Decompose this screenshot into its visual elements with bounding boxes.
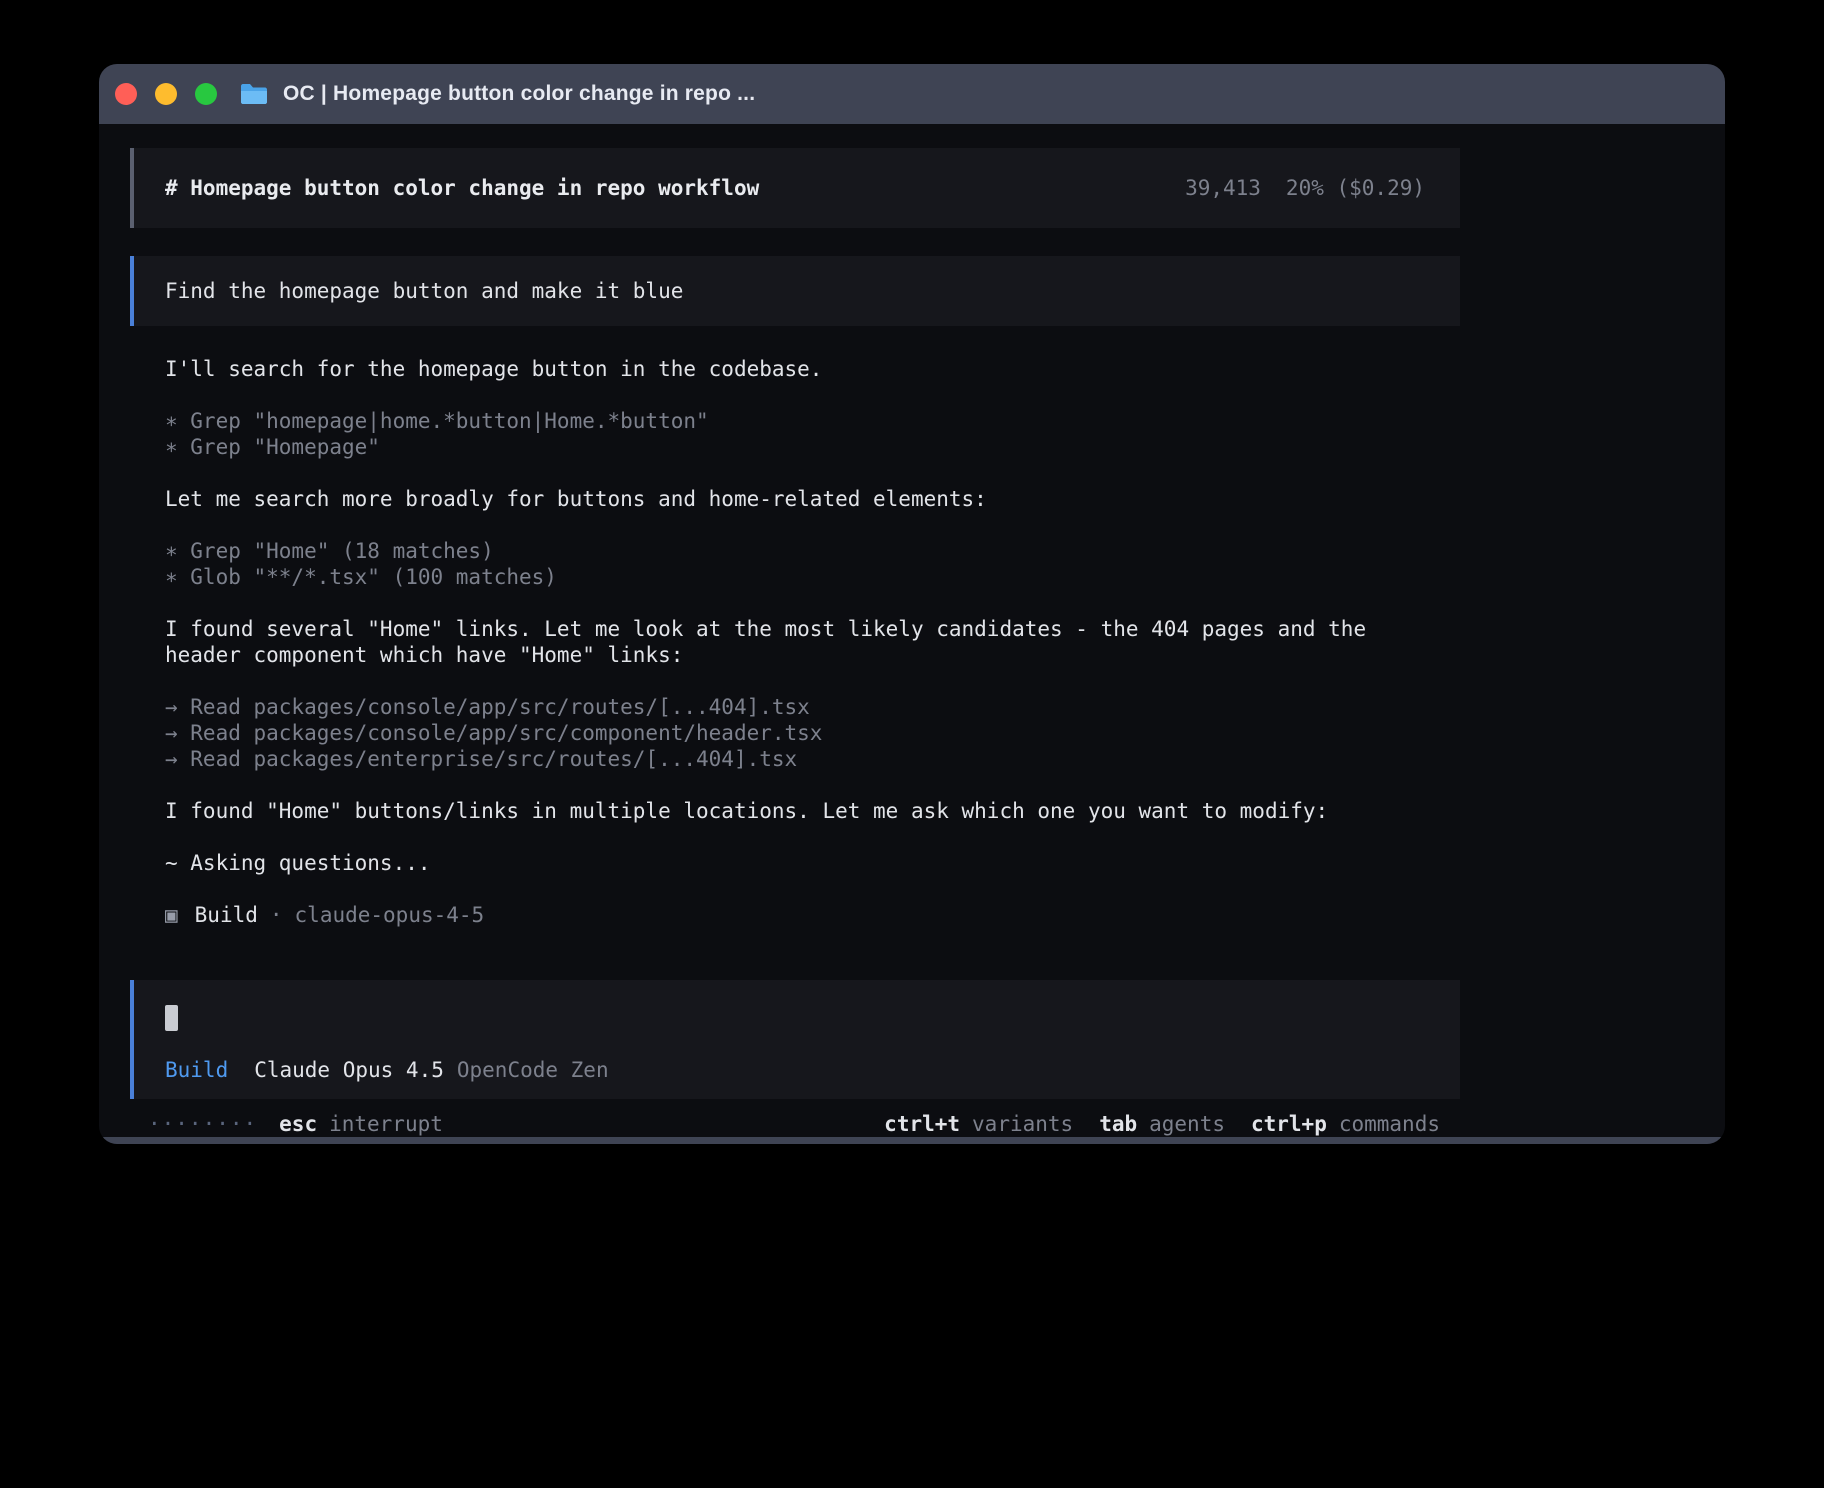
- titlebar-title-group: OC | Homepage button color change in rep…: [239, 81, 755, 107]
- folder-icon: [239, 81, 269, 107]
- agent-status-line: ▣ Build · claude-opus-4-5: [165, 902, 1425, 928]
- traffic-lights: [115, 83, 217, 105]
- close-window-button[interactable]: [115, 83, 137, 105]
- user-message: Find the homepage button and make it blu…: [130, 256, 1460, 326]
- tool-call-line: ∗ Grep "homepage|home.*button|Home.*butt…: [165, 408, 1425, 434]
- agent-name: Build: [195, 902, 258, 928]
- assistant-paragraph: Let me search more broadly for buttons a…: [165, 486, 1425, 512]
- commands-hint: ctrl+p commands: [1251, 1111, 1440, 1137]
- prompt-input-footer: Build Claude Opus 4.5 OpenCode Zen: [165, 1057, 1429, 1083]
- session-header: # Homepage button color change in repo w…: [130, 148, 1460, 228]
- agent-mode-icon: ▣: [165, 902, 178, 928]
- ctrl-p-key: ctrl+p: [1251, 1111, 1327, 1137]
- window-bottom-edge: [99, 1137, 1725, 1144]
- window-titlebar[interactable]: OC | Homepage button color change in rep…: [99, 64, 1725, 124]
- input-model-label: Claude Opus 4.5: [254, 1057, 444, 1083]
- user-message-text: Find the homepage button and make it blu…: [165, 279, 683, 303]
- tool-call-group: ∗ Grep "homepage|home.*button|Home.*butt…: [165, 408, 1425, 460]
- tool-call-line: ∗ Grep "Home" (18 matches): [165, 538, 1425, 564]
- tool-call-group: ∗ Grep "Home" (18 matches) ∗ Glob "**/*.…: [165, 538, 1425, 590]
- assistant-transcript: I'll search for the homepage button in t…: [130, 356, 1460, 954]
- tool-call-line: ∗ Glob "**/*.tsx" (100 matches): [165, 564, 1425, 590]
- tool-call-line: → Read packages/enterprise/src/routes/[.…: [165, 746, 1425, 772]
- interrupt-label: interrupt: [329, 1111, 443, 1137]
- opencode-tui: # Homepage button color change in repo w…: [130, 148, 1460, 1137]
- prompt-input[interactable]: Build Claude Opus 4.5 OpenCode Zen: [130, 980, 1460, 1099]
- assistant-paragraph: I found several "Home" links. Let me loo…: [165, 616, 1425, 668]
- terminal-window: OC | Homepage button color change in rep…: [99, 64, 1725, 1144]
- session-stats: 39,413 20% ($0.29): [1185, 175, 1425, 201]
- separator-dot: ·: [270, 902, 283, 928]
- tab-key: tab: [1099, 1111, 1137, 1137]
- interrupt-hint: esc interrupt: [279, 1111, 443, 1137]
- assistant-paragraph: I found "Home" buttons/links in multiple…: [165, 798, 1425, 824]
- input-agent-label: Build: [165, 1057, 228, 1083]
- agents-hint: tab agents: [1099, 1111, 1225, 1137]
- zoom-window-button[interactable]: [195, 83, 217, 105]
- tool-call-group: → Read packages/console/app/src/routes/[…: [165, 694, 1425, 772]
- context-usage: 20% ($0.29): [1286, 175, 1425, 201]
- agents-label: agents: [1149, 1111, 1225, 1137]
- tool-call-line: → Read packages/console/app/src/routes/[…: [165, 694, 1425, 720]
- session-title: # Homepage button color change in repo w…: [165, 175, 759, 201]
- variants-label: variants: [972, 1111, 1073, 1137]
- input-provider-label: OpenCode Zen: [457, 1057, 609, 1083]
- window-title: OC | Homepage button color change in rep…: [283, 82, 755, 106]
- terminal-content: # Homepage button color change in repo w…: [99, 124, 1725, 1137]
- assistant-paragraph: I'll search for the homepage button in t…: [165, 356, 1425, 382]
- keyboard-hints: ctrl+t variants tab agents ctrl+p comman…: [884, 1111, 1440, 1137]
- spinner-dots: ········: [148, 1111, 257, 1137]
- tool-call-line: ∗ Grep "Homepage": [165, 434, 1425, 460]
- esc-key: esc: [279, 1111, 317, 1137]
- commands-label: commands: [1339, 1111, 1440, 1137]
- ctrl-t-key: ctrl+t: [884, 1111, 960, 1137]
- agent-model: claude-opus-4-5: [295, 902, 485, 928]
- token-count: 39,413: [1185, 175, 1261, 201]
- tool-call-line: → Read packages/console/app/src/componen…: [165, 720, 1425, 746]
- variants-hint: ctrl+t variants: [884, 1111, 1073, 1137]
- text-cursor: [165, 1005, 178, 1031]
- minimize-window-button[interactable]: [155, 83, 177, 105]
- status-bar: ········ esc interrupt ctrl+t variants t…: [130, 1111, 1460, 1137]
- assistant-status-line: ~ Asking questions...: [165, 850, 1425, 876]
